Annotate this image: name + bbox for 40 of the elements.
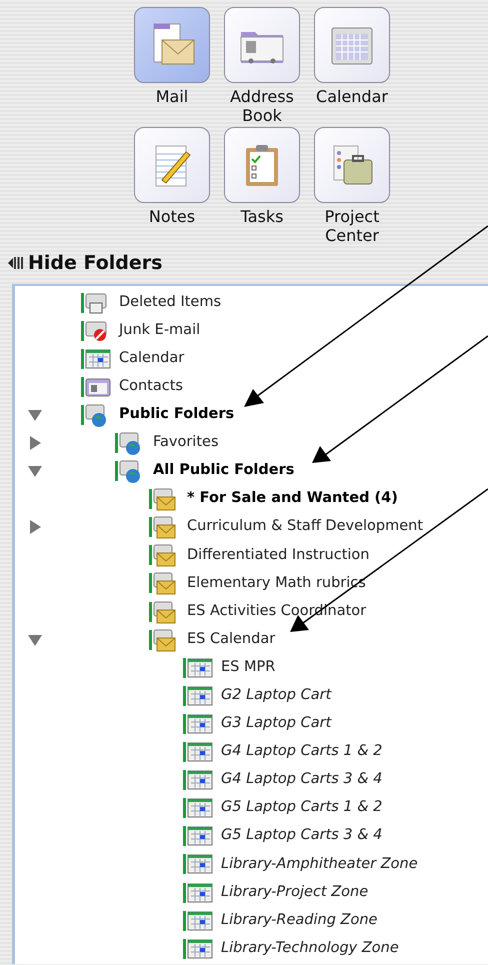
folder-item[interactable]: G5 Laptop Carts 1 & 2 xyxy=(221,797,382,820)
folder-item[interactable]: G2 Laptop Cart xyxy=(221,684,332,707)
folder-item[interactable]: G3 Laptop Cart xyxy=(221,713,332,735)
calendar-icon xyxy=(183,852,213,876)
folder-item[interactable]: G4 Laptop Carts 1 & 2 xyxy=(221,741,382,763)
folder-item[interactable]: Differentiated Instruction xyxy=(187,544,370,566)
folder-item[interactable]: Library-Reading Zone xyxy=(221,910,378,932)
folder-item[interactable]: Calendar xyxy=(119,348,184,370)
folder-item[interactable]: All Public Folders xyxy=(153,460,294,482)
folder-item[interactable]: Favorites xyxy=(153,432,218,454)
folder-item[interactable]: ES MPR xyxy=(221,656,276,679)
folder-item[interactable]: Public Folders xyxy=(119,404,234,426)
folder-item[interactable]: G5 Laptop Carts 3 & 4 xyxy=(221,825,382,848)
folder-item[interactable]: Curriculum & Staff Development xyxy=(187,516,424,538)
calendar-icon xyxy=(183,824,213,848)
folder-item[interactable]: G4 Laptop Carts 3 & 4 xyxy=(221,769,382,792)
collapse-icon xyxy=(8,255,24,272)
calendar-icon xyxy=(183,796,213,820)
calendar-icon xyxy=(183,740,213,764)
folder-item[interactable]: Deleted Items xyxy=(119,292,222,314)
folder-item[interactable]: Library-Project Zone xyxy=(221,882,368,904)
calendar-icon xyxy=(183,908,213,933)
hide-folders-button[interactable]: Hide Folders xyxy=(8,249,162,278)
calendar-icon xyxy=(183,712,213,736)
folder-item[interactable]: ES Calendar xyxy=(187,628,276,651)
folder-item[interactable]: Junk E-mail xyxy=(119,320,200,342)
folder-item[interactable]: Library-Technology Zone xyxy=(221,938,399,960)
calendar-icon xyxy=(183,880,213,905)
disclosure-triangle-icon[interactable] xyxy=(27,463,43,480)
calendar-icon xyxy=(183,768,213,792)
calendar-icon xyxy=(81,346,111,371)
calendar-icon xyxy=(183,936,213,961)
contacts-icon xyxy=(81,374,111,399)
folder-item[interactable]: * For Sale and Wanted (4) xyxy=(187,488,398,510)
calendar-icon xyxy=(183,684,213,708)
folder-item[interactable]: Library-Amphitheater Zone xyxy=(221,854,418,876)
disclosure-triangle-icon[interactable] xyxy=(27,435,43,452)
disclosure-triangle-icon[interactable] xyxy=(27,519,43,536)
calendar-icon xyxy=(183,656,213,680)
folder-item[interactable]: Contacts xyxy=(119,376,183,398)
